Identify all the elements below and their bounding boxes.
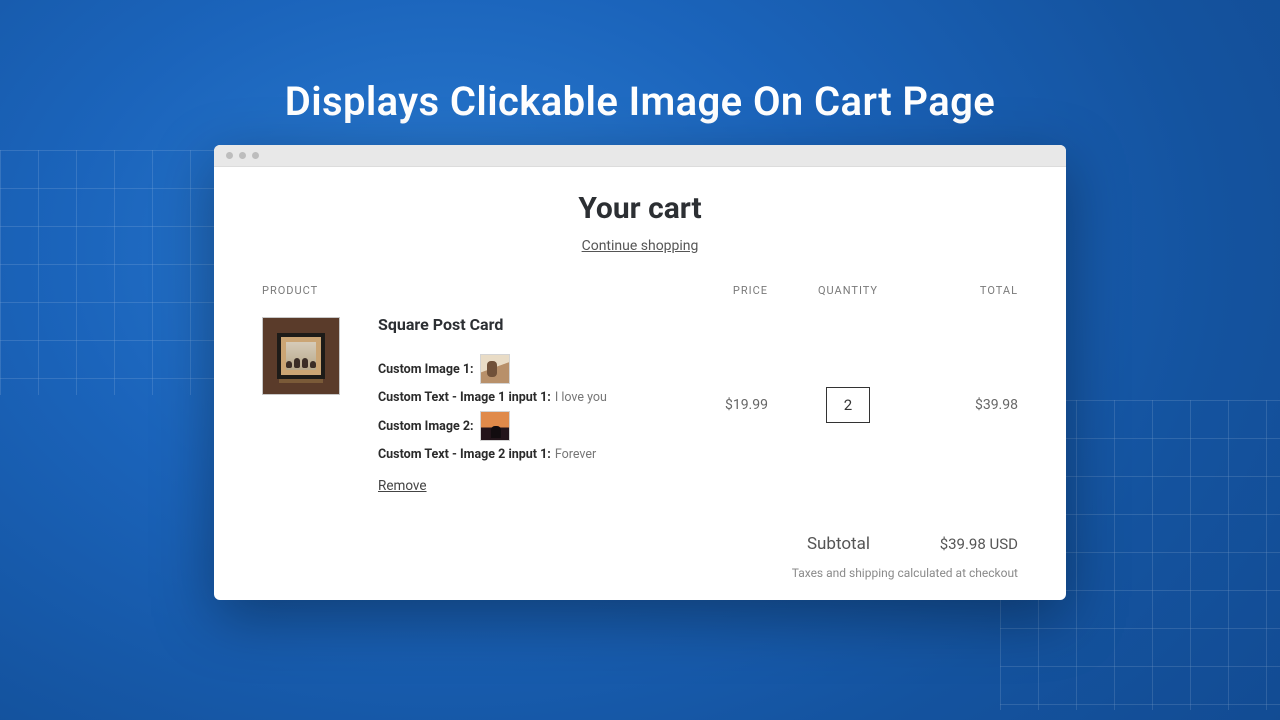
custom-text-2-value: Forever — [555, 447, 596, 462]
item-price: $19.99 — [648, 397, 768, 413]
cart-summary: Subtotal $39.98 USD Taxes and shipping c… — [262, 534, 1018, 580]
window-dot — [226, 152, 233, 159]
custom-text-1-value: I love you — [555, 390, 607, 405]
custom-image-2-row: Custom Image 2: — [378, 411, 648, 441]
stage: Displays Clickable Image On Cart Page Yo… — [0, 0, 1280, 720]
custom-text-1-row: Custom Text - Image 1 input 1: I love yo… — [378, 390, 648, 405]
th-total: TOTAL — [908, 284, 1018, 297]
custom-text-1-label: Custom Text - Image 1 input 1: — [378, 390, 551, 405]
product-image-frame — [277, 333, 325, 379]
product-image-photo — [286, 342, 316, 370]
subtotal-value: $39.98 USD — [918, 535, 1018, 553]
cart-row: Square Post Card Custom Image 1: Custom … — [262, 315, 1018, 494]
item-total: $39.98 — [908, 397, 1018, 413]
th-quantity: QUANTITY — [768, 284, 908, 297]
browser-window: Your cart Continue shopping PRODUCT PRIC… — [214, 145, 1066, 600]
custom-image-1-thumbnail[interactable] — [480, 354, 510, 384]
custom-text-2-label: Custom Text - Image 2 input 1: — [378, 447, 551, 462]
cart-title: Your cart — [262, 191, 1018, 226]
cart-table-header: PRODUCT PRICE QUANTITY TOTAL — [262, 284, 1018, 315]
custom-image-1-row: Custom Image 1: — [378, 354, 648, 384]
product-image[interactable] — [262, 317, 340, 395]
product-title[interactable]: Square Post Card — [378, 315, 648, 334]
subtotal-label: Subtotal — [807, 534, 870, 554]
cart-page: Your cart Continue shopping PRODUCT PRIC… — [214, 167, 1066, 600]
custom-text-2-row: Custom Text - Image 2 input 1: Forever — [378, 447, 648, 462]
window-dot — [252, 152, 259, 159]
quantity-stepper[interactable]: 2 — [826, 387, 870, 423]
page-headline: Displays Clickable Image On Cart Page — [0, 78, 1280, 125]
browser-titlebar — [214, 145, 1066, 167]
custom-image-2-label: Custom Image 2: — [378, 419, 474, 434]
window-dot — [239, 152, 246, 159]
product-details: Square Post Card Custom Image 1: Custom … — [352, 315, 648, 494]
tax-shipping-note: Taxes and shipping calculated at checkou… — [262, 566, 1018, 580]
continue-shopping-link[interactable]: Continue shopping — [582, 238, 699, 254]
custom-image-2-thumbnail[interactable] — [480, 411, 510, 441]
custom-image-1-label: Custom Image 1: — [378, 362, 474, 377]
quantity-cell: 2 — [768, 387, 908, 423]
remove-link[interactable]: Remove — [378, 478, 427, 494]
th-price: PRICE — [648, 284, 768, 297]
th-product: PRODUCT — [262, 284, 648, 297]
